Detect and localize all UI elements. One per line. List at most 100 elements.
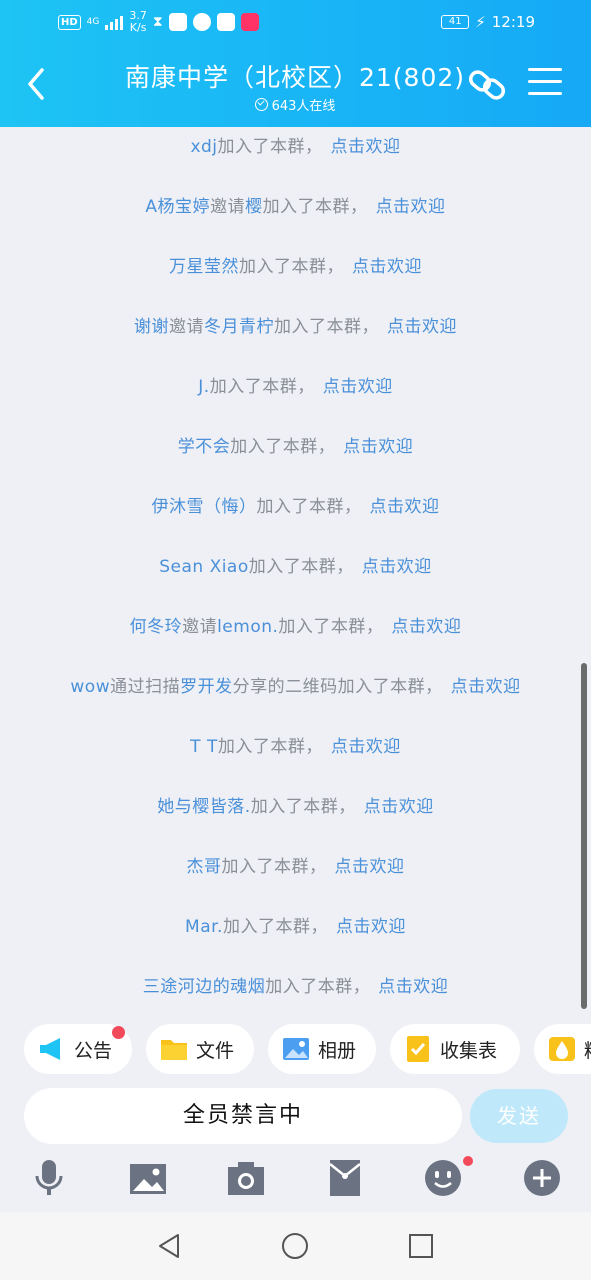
welcome-link[interactable]: 点击欢迎: [331, 737, 401, 757]
notification-badge: [112, 1026, 125, 1039]
member-name-link[interactable]: Sean Xiao: [159, 557, 249, 577]
welcome-link[interactable]: 点击欢迎: [370, 497, 440, 517]
member-name-link[interactable]: 谢谢: [134, 317, 169, 337]
heart-app-icon: [240, 13, 259, 31]
notification-badge: [463, 1156, 473, 1166]
message-list[interactable]: xdj加入了本群， 点击欢迎 A杨宝婷邀请樱加入了本群， 点击欢迎 万星莹然加入了本群，…: [0, 127, 591, 1017]
app-icon: [216, 13, 235, 31]
tool-announcement[interactable]: 公告: [24, 1024, 132, 1074]
album-icon: [283, 1038, 309, 1060]
message-text: 加入了本群，: [230, 437, 336, 457]
member-name-link[interactable]: xdj: [190, 137, 217, 157]
tool-album[interactable]: 相册: [268, 1024, 376, 1074]
nav-recents-icon[interactable]: [407, 1232, 435, 1260]
welcome-link[interactable]: 点击欢迎: [376, 197, 446, 217]
member-name-link[interactable]: 罗开发: [180, 677, 233, 697]
chat-app-icon: [192, 13, 211, 31]
member-name-link[interactable]: A杨宝婷: [145, 197, 210, 217]
more-button[interactable]: [522, 1158, 562, 1198]
system-nav-bar: [0, 1212, 591, 1280]
welcome-link[interactable]: 点击欢迎: [336, 917, 406, 937]
member-name-link[interactable]: Mar.: [185, 917, 223, 937]
image-icon: [130, 1164, 166, 1194]
link-icon: [468, 70, 506, 100]
system-message: Sean Xiao加入了本群， 点击欢迎: [0, 552, 591, 577]
muted-input: 全员禁言中: [24, 1088, 462, 1144]
input-toolbar: [0, 1156, 591, 1202]
member-name-link[interactable]: 樱: [245, 197, 263, 217]
member-name-link[interactable]: T T: [190, 737, 218, 757]
welcome-link[interactable]: 点击欢迎: [451, 677, 521, 697]
member-name-link[interactable]: 何冬玲: [130, 617, 183, 637]
message-text: 加入了本群，: [217, 737, 323, 757]
emoji-icon: [425, 1160, 461, 1196]
system-message: 三途河边的魂烟加入了本群， 点击欢迎: [0, 972, 591, 997]
welcome-link[interactable]: 点击欢迎: [323, 377, 393, 397]
system-message: A杨宝婷邀请樱加入了本群， 点击欢迎: [0, 192, 591, 217]
member-name-link[interactable]: 学不会: [178, 437, 231, 457]
signal-icon: [105, 14, 124, 30]
system-message: J.加入了本群， 点击欢迎: [0, 372, 591, 397]
microphone-icon: [35, 1160, 63, 1195]
member-name-link[interactable]: lemon.: [217, 617, 278, 637]
message-text: 邀请: [182, 617, 218, 637]
tool-bar: 公告 文件 相册 收集表 精: [0, 1024, 591, 1076]
message-text: 邀请: [210, 197, 246, 217]
hd-indicator: HD: [58, 14, 81, 30]
menu-button[interactable]: [528, 68, 562, 98]
check-circle-icon: [254, 98, 268, 111]
member-name-link[interactable]: J.: [198, 377, 209, 397]
welcome-link[interactable]: 点击欢迎: [387, 317, 457, 337]
system-message: T T加入了本群， 点击欢迎: [0, 732, 591, 757]
chevron-left-icon: [28, 68, 44, 100]
red-packet-button[interactable]: [325, 1158, 365, 1198]
message-text: 加入了本群，: [256, 497, 362, 517]
voice-button[interactable]: [30, 1158, 70, 1198]
system-message: xdj加入了本群， 点击欢迎: [0, 132, 591, 157]
tool-files[interactable]: 文件: [146, 1024, 254, 1074]
network-type: 4G: [86, 17, 100, 27]
message-text: 加入了本群，: [217, 137, 323, 157]
member-name-link[interactable]: wow: [70, 677, 110, 697]
member-name-link[interactable]: 杰哥: [187, 857, 222, 877]
battery-icon: 41: [441, 15, 470, 29]
back-button[interactable]: [22, 64, 52, 104]
welcome-link[interactable]: 点击欢迎: [335, 857, 405, 877]
checklist-icon: [407, 1036, 429, 1062]
message-text: 加入了本群，: [221, 857, 327, 877]
tool-essence[interactable]: 精: [534, 1024, 591, 1074]
folder-icon: [161, 1040, 187, 1060]
image-button[interactable]: [128, 1158, 168, 1198]
send-button[interactable]: 发送: [470, 1089, 568, 1143]
system-message: 谢谢邀请冬月青柠加入了本群， 点击欢迎: [0, 312, 591, 337]
message-text: 加入了本群，: [209, 377, 315, 397]
member-name-link[interactable]: 冬月青柠: [204, 317, 274, 337]
system-message: 她与樱皆落.加入了本群， 点击欢迎: [0, 792, 591, 817]
welcome-link[interactable]: 点击欢迎: [364, 797, 434, 817]
member-name-link[interactable]: 万星莹然: [169, 257, 239, 277]
red-packet-icon: [329, 1160, 361, 1196]
welcome-link[interactable]: 点击欢迎: [331, 137, 401, 157]
system-message: 杰哥加入了本群， 点击欢迎: [0, 852, 591, 877]
message-text: 加入了本群，: [248, 557, 354, 577]
message-text: 加入了本群，: [265, 977, 371, 997]
welcome-link[interactable]: 点击欢迎: [378, 977, 448, 997]
message-text: 加入了本群，: [239, 257, 344, 277]
member-name-link[interactable]: 她与樱皆落.: [157, 797, 250, 817]
welcome-link[interactable]: 点击欢迎: [362, 557, 432, 577]
emoji-button[interactable]: [423, 1156, 473, 1198]
scrollbar[interactable]: [581, 663, 587, 1009]
essence-icon: [549, 1037, 575, 1061]
welcome-link[interactable]: 点击欢迎: [343, 437, 413, 457]
link-button[interactable]: [466, 64, 508, 106]
tool-form[interactable]: 收集表: [390, 1024, 520, 1074]
online-count[interactable]: 643人在线: [200, 95, 390, 114]
member-name-link[interactable]: 三途河边的魂烟: [143, 977, 266, 997]
welcome-link[interactable]: 点击欢迎: [352, 257, 422, 277]
camera-button[interactable]: [226, 1158, 266, 1198]
nav-back-icon[interactable]: [155, 1232, 183, 1260]
member-name-link[interactable]: 伊沐雪（悔）: [152, 497, 257, 517]
nav-home-icon[interactable]: [281, 1232, 309, 1260]
welcome-link[interactable]: 点击欢迎: [391, 617, 461, 637]
message-text: 通过扫描: [110, 677, 181, 697]
